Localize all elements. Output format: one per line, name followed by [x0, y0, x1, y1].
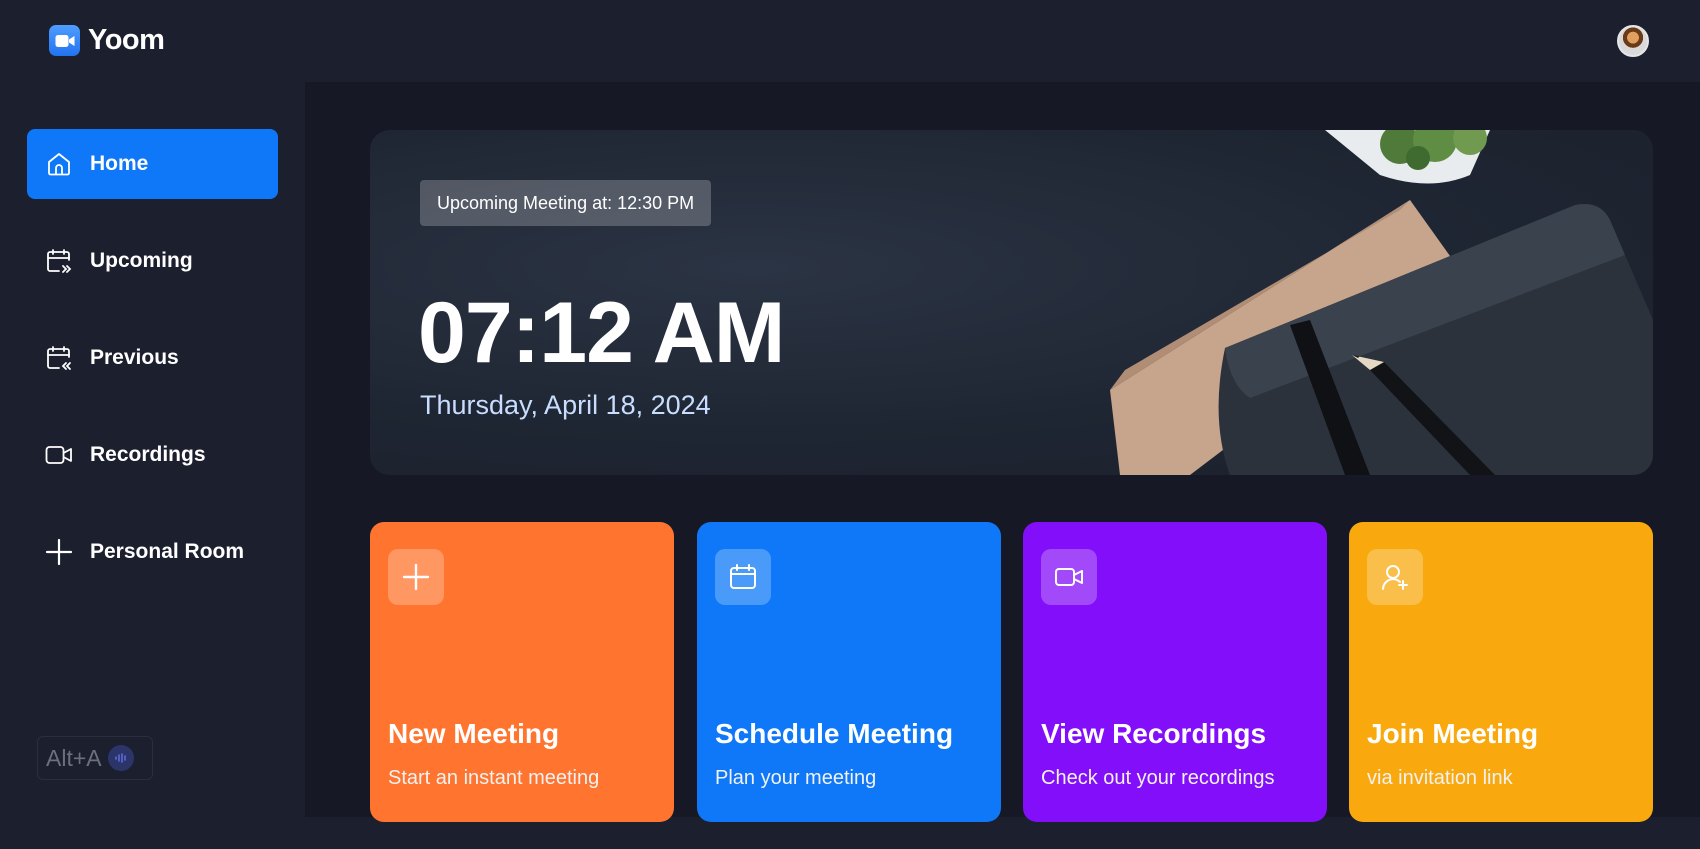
schedule-meeting-card[interactable]: Schedule Meeting Plan your meeting: [697, 522, 1001, 822]
current-time: 07:12 AM: [418, 285, 785, 381]
current-date: Thursday, April 18, 2024: [420, 390, 711, 420]
shortcut-hint[interactable]: Alt+A: [37, 736, 153, 780]
app-name: Yoom: [88, 24, 165, 56]
card-subtitle: Plan your meeting: [715, 767, 877, 789]
card-title: View Recordings: [1041, 718, 1267, 749]
sidebar-item-personal-room[interactable]: Personal Room: [27, 517, 278, 587]
home-icon: [45, 150, 73, 178]
user-add-icon: [1367, 549, 1423, 605]
sidebar-item-label: Personal Room: [90, 540, 245, 563]
join-meeting-card[interactable]: Join Meeting via invitation link: [1349, 522, 1653, 822]
sidebar-item-previous[interactable]: Previous: [27, 323, 278, 393]
sidebar-item-recordings[interactable]: Recordings: [27, 420, 278, 490]
calendar-back-icon: [45, 344, 73, 372]
top-navbar: Yoom: [0, 0, 1700, 82]
brand-link[interactable]: Yoom: [49, 24, 165, 57]
hero-banner: Upcoming Meeting at: 12:30 PM 07:12 AM T…: [370, 130, 1653, 475]
view-recordings-card[interactable]: View Recordings Check out your recording…: [1023, 522, 1327, 822]
video-icon: [1041, 549, 1097, 605]
sidebar: Home Upcoming Previous Recordings Person…: [0, 82, 305, 817]
sidebar-item-label: Upcoming: [90, 249, 193, 272]
card-title: Join Meeting: [1367, 718, 1539, 749]
card-title: New Meeting: [388, 718, 560, 749]
upcoming-meeting-badge: Upcoming Meeting at: 12:30 PM: [420, 180, 712, 226]
sidebar-item-upcoming[interactable]: Upcoming: [27, 226, 278, 296]
video-camera-icon: [49, 25, 80, 56]
video-icon: [45, 441, 73, 469]
card-title: Schedule Meeting: [715, 718, 954, 749]
waveform-icon: [107, 745, 134, 771]
sidebar-item-label: Recordings: [90, 443, 206, 466]
card-subtitle: Check out your recordings: [1041, 767, 1275, 789]
card-subtitle: Start an instant meeting: [388, 767, 600, 789]
plus-icon: [45, 538, 73, 566]
shortcut-label: Alt+A: [46, 744, 102, 771]
calendar-icon: [715, 549, 771, 605]
sidebar-item-label: Previous: [90, 346, 179, 369]
plus-icon: [388, 549, 444, 605]
calendar-forward-icon: [45, 247, 73, 275]
card-subtitle: via invitation link: [1367, 767, 1513, 789]
user-avatar[interactable]: [1617, 25, 1649, 57]
sidebar-item-label: Home: [90, 152, 149, 175]
sidebar-item-home[interactable]: Home: [27, 129, 278, 199]
new-meeting-card[interactable]: New Meeting Start an instant meeting: [370, 522, 674, 822]
